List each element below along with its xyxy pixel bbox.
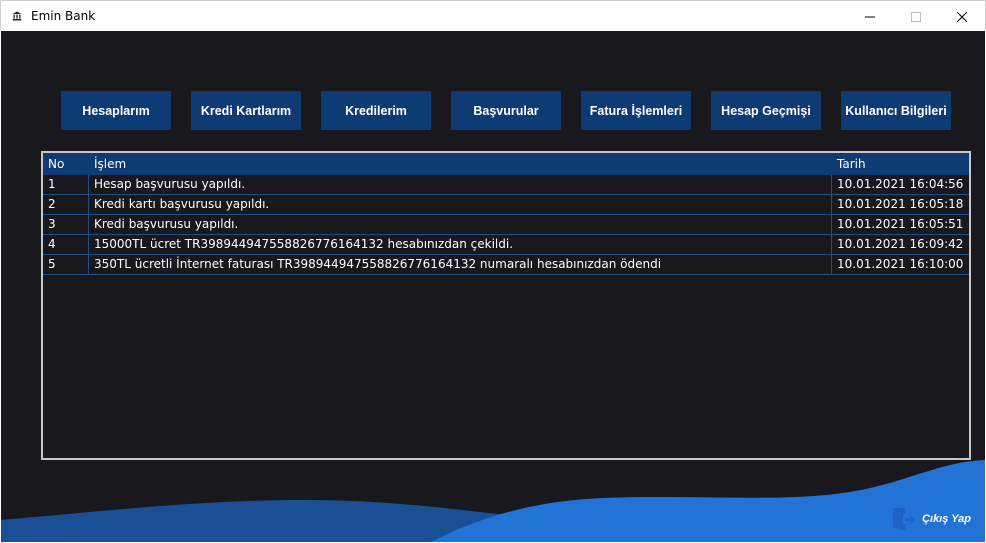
cell-no: 5 xyxy=(43,254,89,275)
table-row[interactable]: 3 Kredi başvurusu yapıldı. 10.01.2021 16… xyxy=(43,214,969,235)
maximize-icon xyxy=(911,11,921,22)
history-table[interactable]: No İşlem Tarih 1 Hesap başvurusu yapıldı… xyxy=(41,151,971,460)
minimize-icon xyxy=(865,16,875,17)
minimize-button[interactable] xyxy=(847,1,893,32)
cell-no: 3 xyxy=(43,214,89,235)
table-row[interactable]: 2 Kredi kartı başvurusu yapıldı. 10.01.2… xyxy=(43,194,969,215)
column-header-no[interactable]: No xyxy=(43,153,89,175)
column-header-islem[interactable]: İşlem xyxy=(89,153,832,175)
cell-tarih: 10.01.2021 16:09:42 xyxy=(837,236,964,251)
main-window: Hesaplarım Kredi Kartlarım Kredilerim Ba… xyxy=(1,31,985,542)
table-row[interactable]: 1 Hesap başvurusu yapıldı. 10.01.2021 16… xyxy=(43,174,969,195)
logout-button[interactable]: Çıkış Yap xyxy=(890,506,971,532)
window-controls xyxy=(847,1,985,32)
cell-tarih: 10.01.2021 16:10:00 xyxy=(837,256,964,271)
close-icon xyxy=(957,11,967,22)
logout-icon xyxy=(893,508,916,530)
bank-icon xyxy=(11,10,23,22)
cell-no: 2 xyxy=(43,194,89,215)
maximize-button[interactable] xyxy=(893,1,939,32)
column-header-tarih[interactable]: Tarih xyxy=(832,153,969,175)
bill-operations-button[interactable]: Fatura İşlemleri xyxy=(581,91,691,130)
close-button[interactable] xyxy=(939,1,985,32)
cell-islem: 350TL ücretli İnternet faturası TR398944… xyxy=(89,254,832,275)
cell-tarih: 10.01.2021 16:05:18 xyxy=(837,196,964,211)
cell-islem: Kredi kartı başvurusu yapıldı. xyxy=(89,194,832,215)
applications-button[interactable]: Başvurular xyxy=(451,91,561,130)
decorative-wave xyxy=(1,460,985,542)
cell-islem: Hesap başvurusu yapıldı. xyxy=(89,174,832,195)
logout-label: Çıkış Yap xyxy=(922,513,971,525)
cell-tarih: 10.01.2021 16:04:56 xyxy=(837,176,964,191)
loans-button[interactable]: Kredilerim xyxy=(321,91,431,130)
cell-no: 4 xyxy=(43,234,89,255)
table-header: No İşlem Tarih xyxy=(43,153,969,175)
window-titlebar[interactable]: Emin Bank xyxy=(0,0,986,31)
account-history-button[interactable]: Hesap Geçmişi xyxy=(711,91,821,130)
cell-islem: Kredi başvurusu yapıldı. xyxy=(89,214,832,235)
credit-cards-button[interactable]: Kredi Kartlarım xyxy=(191,91,301,130)
cell-no: 1 xyxy=(43,174,89,195)
window-title: Emin Bank xyxy=(31,9,96,23)
table-row[interactable]: 4 15000TL ücret TR3989449475588267761641… xyxy=(43,234,969,255)
user-info-button[interactable]: Kullanıcı Bilgileri xyxy=(841,91,951,130)
cell-islem: 15000TL ücret TR398944947558826776164132… xyxy=(89,234,832,255)
table-row[interactable]: 5 350TL ücretli İnternet faturası TR3989… xyxy=(43,254,969,275)
accounts-button[interactable]: Hesaplarım xyxy=(61,91,171,130)
cell-tarih: 10.01.2021 16:05:51 xyxy=(837,216,964,231)
